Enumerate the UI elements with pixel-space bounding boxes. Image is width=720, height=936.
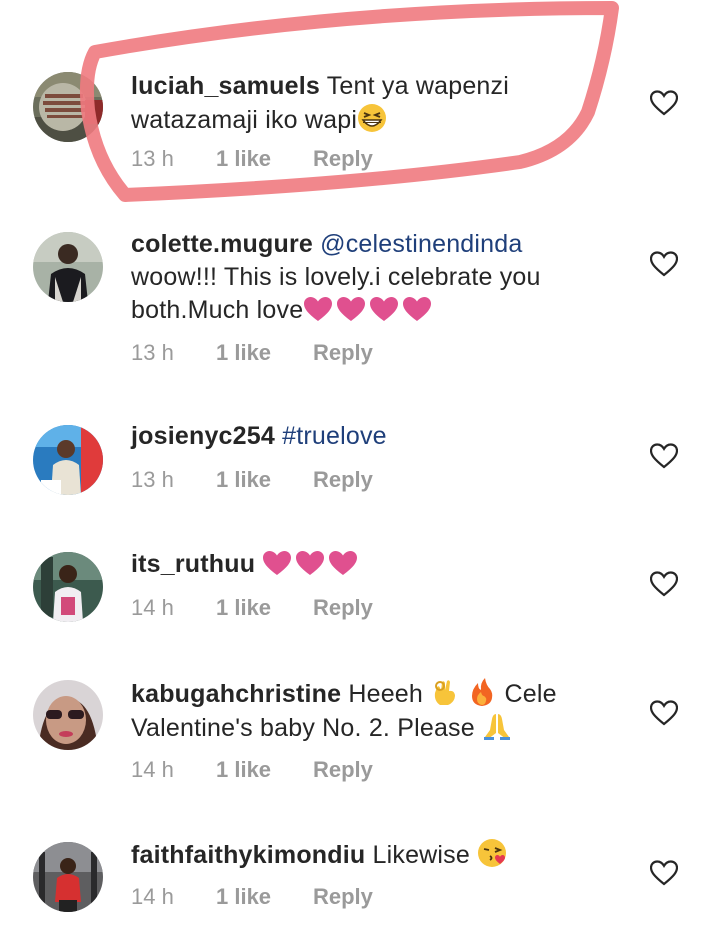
pink-heart-icon — [403, 297, 432, 321]
comment-time: 14 h — [131, 595, 174, 620]
comment-likes[interactable]: 1 like — [216, 884, 271, 910]
heart-outline-icon[interactable] — [650, 90, 678, 116]
avatar[interactable] — [33, 552, 103, 622]
comment-username[interactable]: kabugahchristine — [131, 680, 341, 708]
heart-outline-icon[interactable] — [650, 571, 678, 597]
comment-text-line: Likewise — [365, 841, 478, 869]
pink-heart-icon — [370, 297, 399, 321]
heart-outline-icon[interactable] — [650, 700, 678, 726]
comment-text-line: Tent ya wapenzi — [320, 72, 509, 100]
comment-username[interactable]: josienyc254 — [131, 422, 275, 450]
comment-text-line: Valentine's baby No. 2. Please — [131, 714, 482, 742]
pink-heart-icon — [263, 551, 292, 575]
comment-text-line: Cele — [497, 680, 557, 708]
comment-time: 13 h — [131, 467, 174, 492]
ok-hand-icon — [435, 680, 456, 705]
comment-likes[interactable]: 1 like — [216, 757, 271, 783]
comment-text: josienyc254 #truelove — [131, 420, 631, 453]
avatar[interactable] — [33, 680, 103, 750]
comment-time: 13 h — [131, 340, 174, 365]
pink-heart-icon — [304, 297, 333, 321]
pink-heart-icon — [337, 297, 366, 321]
heart-outline-icon[interactable] — [650, 443, 678, 469]
pink-heart-icon — [329, 551, 358, 575]
comment-username[interactable]: luciah_samuels — [131, 72, 320, 100]
pink-heart-icon — [296, 551, 325, 575]
comment-text-line: both.Much love — [131, 296, 304, 324]
comment-username[interactable]: colette.mugure — [131, 230, 313, 258]
comment-text-line: watazamaji iko wapi — [131, 106, 358, 134]
reply-button[interactable]: Reply — [313, 467, 373, 493]
face-blowing-a-kiss-icon — [478, 839, 507, 867]
comment-username[interactable]: its_ruthuu — [131, 550, 255, 578]
avatar[interactable] — [33, 232, 103, 302]
reply-button[interactable]: Reply — [313, 884, 373, 910]
comment-time: 14 h — [131, 884, 174, 909]
comment-time: 13 h — [131, 146, 174, 171]
comment-text: faithfaithykimondiu Likewise — [131, 838, 631, 872]
comment-likes[interactable]: 1 like — [216, 467, 271, 493]
comment-text-line: woow!!! This is lovely.i celebrate you — [131, 263, 541, 291]
comment-text: kabugahchristine Heeeh Cele Valentine's … — [131, 677, 631, 745]
comment-text: its_ruthuu — [131, 548, 631, 581]
avatar[interactable] — [33, 425, 103, 495]
reply-button[interactable]: Reply — [313, 757, 373, 783]
avatar[interactable] — [33, 842, 103, 912]
mention-link[interactable]: @celestinendinda — [313, 230, 522, 258]
comment-likes[interactable]: 1 like — [216, 595, 271, 621]
grinning-squinting-face-icon — [358, 104, 387, 132]
folded-hands-icon — [484, 714, 510, 740]
comment-time: 14 h — [131, 757, 174, 782]
fire-icon — [472, 678, 493, 706]
reply-button[interactable]: Reply — [313, 595, 373, 621]
heart-outline-icon[interactable] — [650, 251, 678, 277]
heart-outline-icon[interactable] — [650, 860, 678, 886]
comment-likes[interactable]: 1 like — [216, 340, 271, 366]
comment-text-line: Heeeh — [341, 680, 431, 708]
reply-button[interactable]: Reply — [313, 146, 373, 172]
avatar[interactable] — [33, 72, 103, 142]
reply-button[interactable]: Reply — [313, 340, 373, 366]
hashtag-link[interactable]: #truelove — [275, 422, 387, 450]
comment-likes[interactable]: 1 like — [216, 146, 271, 172]
comment-text: luciah_samuels Tent ya wapenzi watazamaj… — [131, 70, 631, 137]
comment-text: colette.mugure @celestinendinda woow!!! … — [131, 228, 631, 327]
comment-username[interactable]: faithfaithykimondiu — [131, 841, 365, 869]
